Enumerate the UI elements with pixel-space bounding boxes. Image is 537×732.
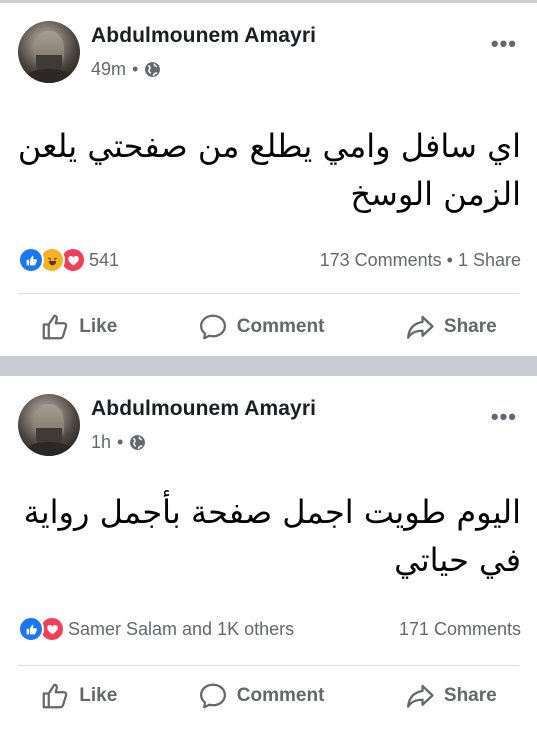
like-label: Like: [79, 685, 118, 706]
post-header: Abdulmounem Amayri 1h • •••: [18, 394, 519, 456]
reactions-count: 541: [89, 249, 120, 270]
like-icon: [18, 247, 44, 273]
comment-icon: [199, 683, 226, 709]
share-icon: [406, 315, 434, 339]
post-card: Abdulmounem Amayri 1h • ••• اليوم طويت ا…: [0, 376, 537, 732]
share-label: Share: [443, 685, 497, 706]
post-header: Abdulmounem Amayri 49m • •••: [18, 21, 519, 83]
reactions-count: Samer Salam and 1K others: [68, 618, 295, 639]
reactions-summary[interactable]: Samer Salam and 1K others: [18, 616, 294, 642]
divider: [18, 293, 519, 294]
reactions-summary[interactable]: 541: [18, 247, 119, 273]
reaction-icons: [18, 616, 65, 642]
feed-separator: [0, 356, 537, 376]
thumbs-up-icon: [42, 314, 68, 340]
share-button[interactable]: Share: [405, 312, 497, 342]
post-meta: 1h •: [91, 432, 146, 453]
like-label: Like: [79, 316, 118, 337]
post-stats: 541 173 Comments • 1 Share: [18, 245, 521, 275]
meta-separator: •: [132, 59, 139, 79]
share-icon: [406, 684, 434, 708]
comments-count[interactable]: 171 Comments: [399, 619, 521, 640]
like-button[interactable]: Like: [40, 681, 117, 711]
comments-shares-count[interactable]: 173 Comments • 1 Share: [320, 250, 521, 271]
reaction-icons: [18, 247, 86, 273]
post-card: Abdulmounem Amayri 49m • ••• اي سافل وام…: [0, 3, 537, 356]
comment-button[interactable]: Comment: [198, 681, 325, 711]
more-options-icon[interactable]: •••: [491, 404, 517, 430]
author-name[interactable]: Abdulmounem Amayri: [91, 397, 316, 421]
post-meta: 49m •: [91, 59, 161, 80]
globe-icon: [145, 62, 161, 77]
thumbs-up-icon: [42, 683, 68, 709]
avatar[interactable]: [18, 394, 80, 456]
post-text: اي سافل وامي يطلع من صفحتي يلعن الزمن ال…: [17, 127, 521, 213]
post-time[interactable]: 49m: [91, 59, 126, 80]
comment-label: Comment: [236, 316, 325, 337]
share-label: Share: [443, 316, 497, 337]
post-text: اليوم طويت اجمل صفحة بأجمل رواية في حيات…: [23, 493, 521, 579]
globe-icon: [130, 435, 146, 450]
meta-separator: •: [117, 432, 124, 452]
comment-icon: [199, 314, 226, 340]
divider: [18, 665, 519, 666]
post-stats: Samer Salam and 1K others 171 Comments: [18, 614, 521, 644]
comment-button[interactable]: Comment: [198, 312, 325, 342]
author-name[interactable]: Abdulmounem Amayri: [91, 24, 316, 48]
post-actions: Like Comment Share: [0, 303, 537, 351]
share-button[interactable]: Share: [405, 681, 497, 711]
post-time[interactable]: 1h: [91, 432, 111, 453]
comment-label: Comment: [236, 685, 325, 706]
like-icon: [18, 616, 44, 642]
post-actions: Like Comment Share: [0, 672, 537, 720]
avatar[interactable]: [18, 21, 80, 83]
more-options-icon[interactable]: •••: [491, 31, 517, 57]
like-button[interactable]: Like: [40, 312, 117, 342]
